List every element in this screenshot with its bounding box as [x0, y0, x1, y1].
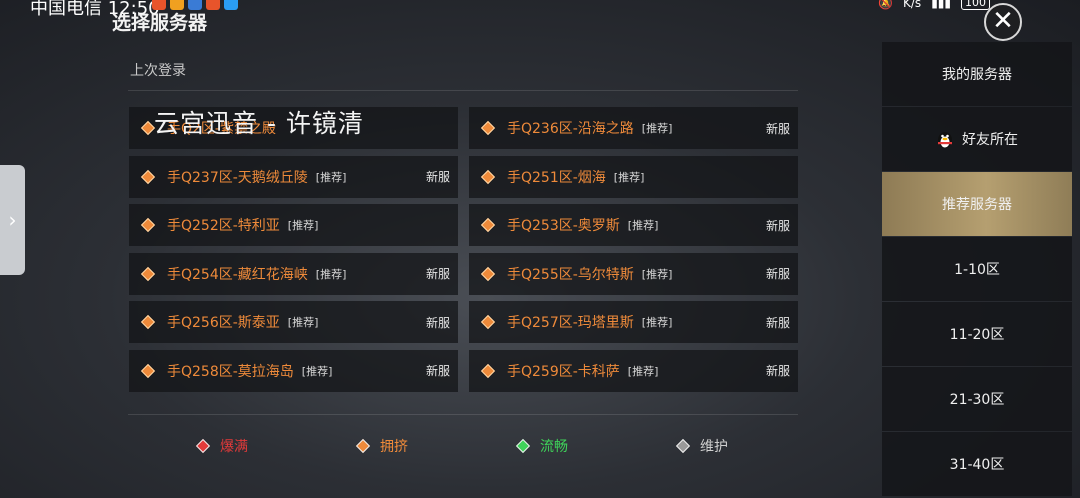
app-notification-icon — [206, 0, 220, 10]
recommend-tag: [推荐] — [627, 219, 659, 232]
sidebar-item[interactable]: 1-10区 — [882, 237, 1072, 301]
recommend-tag: [推荐] — [641, 316, 673, 329]
server-name: 手Q256区-斯泰亚 — [167, 315, 280, 331]
server-row[interactable]: 手Q251区-烟海 [推荐] — [469, 155, 798, 198]
server-name: 手Q251区-烟海 — [507, 169, 606, 186]
mute-icon: 🔕 — [878, 0, 894, 10]
status-diamond-icon — [140, 266, 156, 281]
recommend-tag: [推荐] — [613, 170, 645, 184]
sidebar-item-label: 21-30区 — [949, 392, 1005, 408]
legend-label: 流畅 — [540, 439, 568, 455]
legend-item: 维护 — [675, 436, 728, 456]
server-name: 手Q258区-莫拉海岛 — [167, 363, 294, 380]
qq-penguin-icon — [938, 132, 952, 148]
status-diamond-icon — [140, 314, 156, 330]
server-row[interactable]: 手Q259区-卡科萨 [推荐] 新服 — [469, 349, 798, 392]
status-diamond-icon — [480, 266, 496, 281]
status-diamond-icon — [480, 120, 496, 136]
recommend-tag: [推荐] — [287, 316, 319, 329]
new-server-badge: 新服 — [765, 121, 790, 136]
battery-icon: 100 — [961, 0, 990, 10]
server-name: 手Q259区-卡科萨 — [507, 363, 620, 380]
legend-label: 维护 — [700, 439, 728, 455]
network-speed: K/s — [903, 0, 922, 10]
expand-side-tab[interactable]: › — [0, 165, 25, 275]
server-row[interactable]: 手Q254区-藏红花海峡 [推荐] 新服 — [129, 252, 458, 295]
sidebar-item-label: 我的服务器 — [942, 67, 1012, 83]
status-diamond-icon — [515, 438, 531, 454]
server-name: 手Q255区-乌尔特斯 — [507, 266, 634, 283]
status-diamond-icon — [355, 438, 371, 454]
status-diamond-icon — [195, 438, 211, 454]
recommend-tag: [推荐] — [627, 364, 659, 378]
server-row[interactable]: 手Q237区-天鹅绒丘陵 [推荐] 新服 — [129, 155, 458, 198]
server-name: 手Q257区-玛塔里斯 — [507, 315, 634, 331]
new-server-badge: 新服 — [765, 364, 790, 378]
sidebar-item[interactable]: 21-30区 — [882, 367, 1072, 431]
status-diamond-icon — [480, 363, 496, 378]
close-icon: ✕ — [992, 6, 1014, 36]
server-row[interactable]: 手Q256区-斯泰亚 [推荐] 新服 — [129, 301, 458, 343]
new-server-badge: 新服 — [765, 267, 790, 281]
sidebar-item[interactable]: 31-40区 — [882, 432, 1072, 496]
status-diamond-icon — [140, 217, 156, 233]
recommend-tag: [推荐] — [641, 267, 673, 281]
new-server-badge: 新服 — [425, 267, 450, 281]
server-row[interactable]: 手Q255区-乌尔特斯 [推荐] 新服 — [469, 252, 798, 295]
server-row[interactable]: 手Q253区-奥罗斯 [推荐] 新服 — [469, 204, 798, 246]
divider — [128, 90, 798, 91]
sidebar-item-label: 推荐服务器 — [942, 197, 1012, 213]
status-diamond-icon — [140, 120, 156, 136]
sidebar-item-label: 1-10区 — [954, 262, 1000, 278]
legend-item: 爆满 — [195, 436, 248, 456]
new-server-badge: 新服 — [425, 364, 450, 378]
page-title: 选择服务器 — [112, 12, 208, 34]
server-row[interactable]: 手Q257区-玛塔里斯 [推荐] 新服 — [469, 301, 798, 343]
app-notification-icon — [224, 0, 238, 10]
close-button[interactable]: ✕ — [984, 3, 1022, 41]
new-server-badge: 新服 — [425, 315, 450, 330]
legend-item: 拥挤 — [355, 436, 408, 456]
signal-icon: ▮▮▮ — [931, 0, 951, 10]
status-diamond-icon — [140, 169, 156, 184]
recommend-tag: [推荐] — [315, 170, 347, 184]
legend-label: 拥挤 — [380, 439, 408, 455]
server-name: 手Q254区-藏红花海峡 — [167, 266, 308, 283]
server-category-sidebar: 我的服务器好友所在推荐服务器 1-10区 11-20区 21-30区 31-40区 — [882, 42, 1072, 498]
recommend-tag: [推荐] — [315, 267, 347, 281]
last-login-label: 上次登录 — [130, 63, 186, 79]
sidebar-item[interactable]: 我的服务器 — [882, 42, 1072, 106]
chevron-right-icon: › — [8, 208, 17, 232]
status-diamond-icon — [480, 217, 496, 233]
recommend-tag: [推荐] — [641, 122, 673, 135]
status-diamond-icon — [140, 363, 156, 378]
server-row[interactable]: 手Q252区-特利亚 [推荐] — [129, 204, 458, 246]
watermark-text: 云宫迅音 - 许镜清 — [154, 109, 364, 138]
system-status: 🔕 K/s ▮▮▮ 100 — [878, 0, 990, 10]
server-name: 手Q252区-特利亚 — [167, 218, 280, 234]
new-server-badge: 新服 — [425, 170, 450, 184]
server-name: 手Q237区-天鹅绒丘陵 — [167, 169, 308, 186]
server-name: 手Q236区-沿海之路 — [507, 121, 634, 137]
sidebar-item-label: 好友所在 — [962, 132, 1018, 148]
status-diamond-icon — [675, 438, 691, 454]
recommend-tag: [推荐] — [301, 364, 333, 378]
sidebar-item[interactable]: 好友所在 — [882, 107, 1072, 171]
server-name: 手Q253区-奥罗斯 — [507, 218, 620, 234]
divider — [128, 414, 798, 415]
sidebar-item-label: 11-20区 — [949, 327, 1005, 343]
recommend-tag: [推荐] — [287, 219, 319, 232]
sidebar-item-label: 31-40区 — [949, 457, 1005, 473]
legend-label: 爆满 — [220, 439, 248, 455]
legend-item: 流畅 — [515, 436, 568, 456]
new-server-badge: 新服 — [765, 315, 790, 330]
sidebar-item[interactable]: 11-20区 — [882, 302, 1072, 366]
sidebar-item[interactable]: 推荐服务器 — [882, 172, 1072, 236]
server-row[interactable]: 手Q258区-莫拉海岛 [推荐] 新服 — [129, 349, 458, 392]
status-diamond-icon — [480, 314, 496, 330]
status-diamond-icon — [480, 169, 496, 184]
new-server-badge: 新服 — [765, 218, 790, 233]
server-row[interactable]: 手Q236区-沿海之路 [推荐] 新服 — [469, 107, 798, 149]
